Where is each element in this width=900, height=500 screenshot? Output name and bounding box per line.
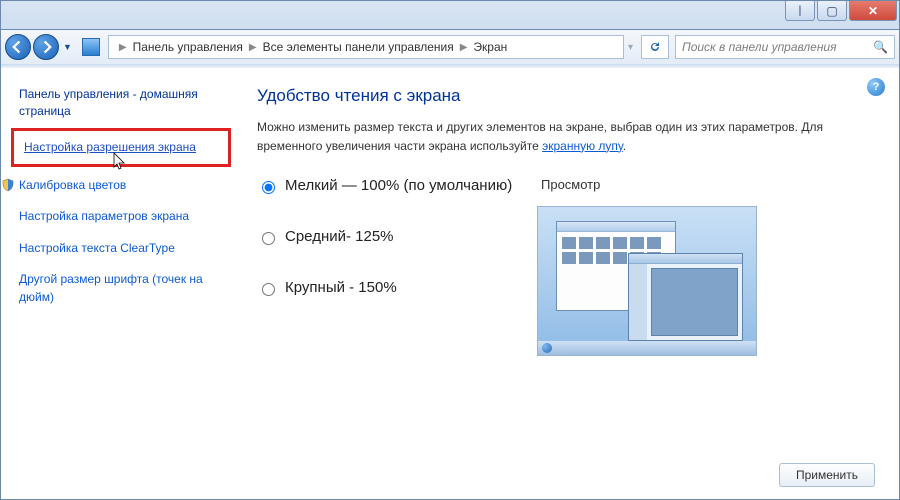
- desc-text: Можно изменить размер текста и других эл…: [257, 120, 823, 153]
- search-icon: 🔍: [873, 40, 888, 54]
- breadcrumb[interactable]: ▶ Панель управления ▶ Все элементы панел…: [108, 35, 624, 59]
- sidebar-link-cleartype[interactable]: Настройка текста ClearType: [19, 240, 223, 257]
- preview-area: Просмотр: [537, 177, 757, 356]
- chevron-right-icon: ▶: [119, 42, 127, 53]
- sidebar-home-link[interactable]: Панель управления - домашняя страница: [19, 86, 223, 120]
- shield-icon: [1, 178, 15, 192]
- radio-label: Крупный - 150%: [285, 279, 397, 296]
- radio-group: Мелкий — 100% (по умолчанию) Средний- 12…: [257, 177, 537, 330]
- navigation-bar: ▼ ▶ Панель управления ▶ Все элементы пан…: [0, 30, 900, 64]
- chevron-right-icon: ▶: [249, 42, 257, 53]
- button-row: Применить: [779, 463, 875, 487]
- desc-tail: .: [623, 139, 626, 153]
- refresh-button[interactable]: [641, 35, 669, 59]
- radio-large[interactable]: [262, 283, 275, 296]
- size-options: Мелкий — 100% (по умолчанию) Средний- 12…: [257, 177, 875, 356]
- radio-label: Мелкий — 100% (по умолчанию): [285, 177, 512, 194]
- sidebar-link-calibration[interactable]: Калибровка цветов: [19, 177, 223, 194]
- minimize-button[interactable]: 〡: [785, 1, 815, 21]
- sidebar-link-dpi[interactable]: Другой размер шрифта (точек на дюйм): [19, 271, 223, 306]
- history-dropdown-icon[interactable]: ▼: [63, 42, 72, 52]
- close-button[interactable]: ✕: [849, 1, 897, 21]
- window-titlebar: 〡 ▢ ✕: [0, 0, 900, 30]
- breadcrumb-item[interactable]: Все элементы панели управления: [263, 40, 454, 54]
- sidebar: Панель управления - домашняя страница На…: [1, 68, 237, 499]
- radio-label: Средний- 125%: [285, 228, 394, 245]
- radio-option-large[interactable]: Крупный - 150%: [257, 279, 537, 296]
- preview-image: [537, 206, 757, 356]
- content-area: Панель управления - домашняя страница На…: [0, 68, 900, 500]
- sidebar-link-resolution[interactable]: Настройка разрешения экрана: [24, 139, 218, 156]
- magnifier-link[interactable]: экранную лупу: [542, 139, 623, 153]
- maximize-button[interactable]: ▢: [817, 1, 847, 21]
- help-icon[interactable]: ?: [867, 78, 885, 96]
- breadcrumb-dropdown-icon[interactable]: ▾: [628, 42, 633, 53]
- breadcrumb-item[interactable]: Экран: [473, 40, 507, 54]
- breadcrumb-item[interactable]: Панель управления: [133, 40, 243, 54]
- radio-option-medium[interactable]: Средний- 125%: [257, 228, 537, 245]
- highlight-annotation: Настройка разрешения экрана: [11, 128, 231, 167]
- main-panel: ? Удобство чтения с экрана Можно изменит…: [237, 68, 899, 499]
- radio-option-small[interactable]: Мелкий — 100% (по умолчанию): [257, 177, 537, 194]
- page-description: Можно изменить размер текста и других эл…: [257, 118, 847, 155]
- search-input[interactable]: Поиск в панели управления 🔍: [675, 35, 895, 59]
- page-title: Удобство чтения с экрана: [257, 86, 875, 106]
- chevron-right-icon: ▶: [460, 42, 468, 53]
- radio-small[interactable]: [262, 181, 275, 194]
- control-panel-icon: [82, 38, 100, 56]
- preview-label: Просмотр: [541, 177, 757, 192]
- back-button[interactable]: [5, 34, 31, 60]
- sidebar-item-label: Калибровка цветов: [19, 178, 126, 192]
- radio-medium[interactable]: [262, 232, 275, 245]
- apply-button[interactable]: Применить: [779, 463, 875, 487]
- search-placeholder: Поиск в панели управления: [682, 40, 837, 54]
- sidebar-link-display-settings[interactable]: Настройка параметров экрана: [19, 208, 223, 225]
- forward-button[interactable]: [33, 34, 59, 60]
